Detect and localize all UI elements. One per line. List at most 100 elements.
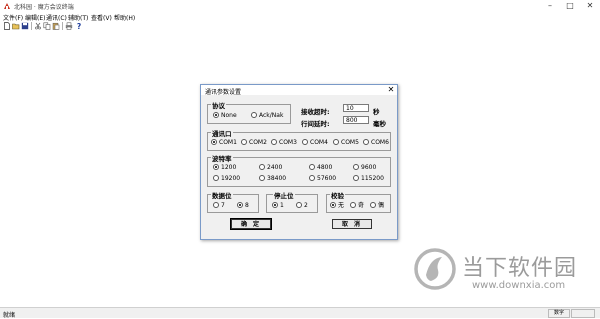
radio-label: 4800: [317, 164, 333, 171]
minimize-button[interactable]: –: [540, 0, 560, 12]
app-window: 北科园 · 魔方会议终端 – □ ✕ 文件(F) 编辑(E) 通讯(C) 辅助(…: [0, 0, 600, 319]
radio-label: 1200: [221, 164, 237, 171]
radio-dot: [272, 201, 278, 208]
radio-label: 57600: [317, 175, 337, 182]
radio-label: 7: [221, 202, 225, 209]
radio-dot: [296, 201, 302, 208]
new-icon[interactable]: [3, 22, 11, 30]
radio-label: 8: [245, 202, 249, 209]
radio-com6[interactable]: COM6: [363, 138, 389, 146]
comm-settings-dialog: 通讯参数设置 ✕ 协议 None Ack/Nak 接收超时: 10 秒 行间延时…: [200, 84, 398, 240]
watermark-url: www.downxia.com: [472, 280, 566, 291]
radio-baud-9600[interactable]: 9600: [353, 163, 376, 171]
paste-icon[interactable]: [52, 22, 60, 30]
protocol-group: 协议 None Ack/Nak: [207, 100, 291, 124]
radio-dot: [213, 111, 219, 118]
radio-stopbits-1[interactable]: 1: [272, 201, 284, 209]
watermark: 当下软件园 www.downxia.com: [414, 248, 600, 306]
radio-baud-2400[interactable]: 2400: [259, 163, 283, 171]
radio-dot: [211, 138, 217, 145]
radio-protocol-acknak[interactable]: Ack/Nak: [251, 111, 284, 119]
radio-parity-odd[interactable]: 奇: [350, 201, 365, 209]
radio-label: 1: [280, 202, 284, 209]
radio-com5[interactable]: COM5: [333, 138, 359, 146]
dialog-close-button[interactable]: ✕: [386, 85, 396, 95]
radio-protocol-none[interactable]: None: [213, 111, 237, 119]
radio-baud-115200[interactable]: 115200: [353, 174, 384, 182]
radio-dot: [213, 201, 219, 208]
cancel-button[interactable]: 取 消: [332, 219, 372, 229]
radio-label: 无: [338, 202, 345, 209]
copy-icon[interactable]: [43, 22, 51, 30]
status-bar: 就绪 数字: [0, 307, 600, 319]
protocol-group-title: 协议: [211, 100, 226, 110]
radio-parity-even[interactable]: 偶: [370, 201, 385, 209]
print-icon[interactable]: [65, 22, 73, 30]
parity-group-title: 校验: [330, 190, 345, 200]
radio-baud-4800[interactable]: 4800: [309, 163, 333, 171]
radio-com3[interactable]: COM3: [271, 138, 297, 146]
radio-label: 2400: [267, 164, 283, 171]
parity-group: 校验 无 奇 偶: [326, 190, 391, 213]
radio-dot: [309, 163, 315, 170]
cut-icon[interactable]: [34, 22, 42, 30]
radio-label: COM5: [341, 139, 359, 146]
radio-stopbits-2[interactable]: 2: [296, 201, 308, 209]
radio-label: Ack/Nak: [259, 112, 284, 119]
radio-dot: [241, 138, 247, 145]
radio-baud-57600[interactable]: 57600: [309, 174, 337, 182]
watermark-brand: 当下软件园: [462, 256, 578, 281]
radio-parity-none[interactable]: 无: [330, 201, 345, 209]
radio-dot: [333, 138, 339, 145]
maximize-button[interactable]: □: [560, 0, 580, 12]
radio-databits-8[interactable]: 8: [237, 201, 249, 209]
window-title: 北科园 · 魔方会议终端: [14, 4, 74, 11]
radio-label: COM3: [279, 139, 297, 146]
radio-baud-38400[interactable]: 38400: [259, 174, 287, 182]
radio-dot: [330, 201, 336, 208]
title-bar[interactable]: 北科园 · 魔方会议终端 – □ ✕: [0, 0, 600, 12]
save-icon[interactable]: [21, 22, 29, 30]
open-icon[interactable]: [12, 22, 20, 30]
radio-label: 115200: [361, 175, 384, 182]
radio-label: 19200: [221, 175, 241, 182]
radio-dot: [363, 138, 369, 145]
radio-label: 偶: [378, 202, 385, 209]
radio-dot: [213, 163, 219, 170]
close-button[interactable]: ✕: [580, 0, 600, 12]
radio-label: COM1: [219, 139, 237, 146]
radio-dot: [353, 163, 359, 170]
radio-com4[interactable]: COM4: [302, 138, 328, 146]
recv-timeout-unit: 秒: [373, 108, 380, 116]
toolbar-separator: [31, 22, 32, 30]
recv-timeout-input[interactable]: 10: [343, 104, 369, 112]
radio-dot: [309, 174, 315, 181]
stopbits-group: 停止位 1 2: [266, 190, 318, 213]
radio-dot: [353, 174, 359, 181]
menu-bar: 文件(F) 编辑(E) 通讯(C) 辅助(T) 查看(V) 帮助(H): [0, 12, 600, 22]
radio-baud-19200[interactable]: 19200: [213, 174, 241, 182]
dialog-title-bar[interactable]: 通讯参数设置 ✕: [201, 85, 397, 96]
row-delay-input[interactable]: 800: [343, 116, 369, 124]
radio-dot: [271, 138, 277, 145]
help-icon[interactable]: ?: [75, 22, 83, 30]
status-text: 就绪: [3, 312, 16, 319]
radio-databits-7[interactable]: 7: [213, 201, 225, 209]
port-group-title: 通讯口: [211, 128, 233, 138]
toolbar-separator: [62, 22, 63, 30]
stopbits-group-title: 停止位: [273, 190, 295, 200]
app-logo-icon: [4, 3, 10, 9]
radio-label: 奇: [358, 202, 365, 209]
radio-label: COM2: [249, 139, 267, 146]
radio-label: 38400: [267, 175, 287, 182]
radio-com2[interactable]: COM2: [241, 138, 267, 146]
radio-dot: [251, 111, 257, 118]
radio-label: 2: [304, 202, 308, 209]
databits-group: 数据位 7 8: [207, 190, 259, 213]
svg-text:?: ?: [77, 22, 81, 30]
radio-dot: [302, 138, 308, 145]
radio-dot: [370, 201, 376, 208]
radio-com1[interactable]: COM1: [211, 138, 237, 146]
ok-button[interactable]: 确 定: [230, 218, 272, 230]
radio-baud-1200[interactable]: 1200: [213, 163, 237, 171]
